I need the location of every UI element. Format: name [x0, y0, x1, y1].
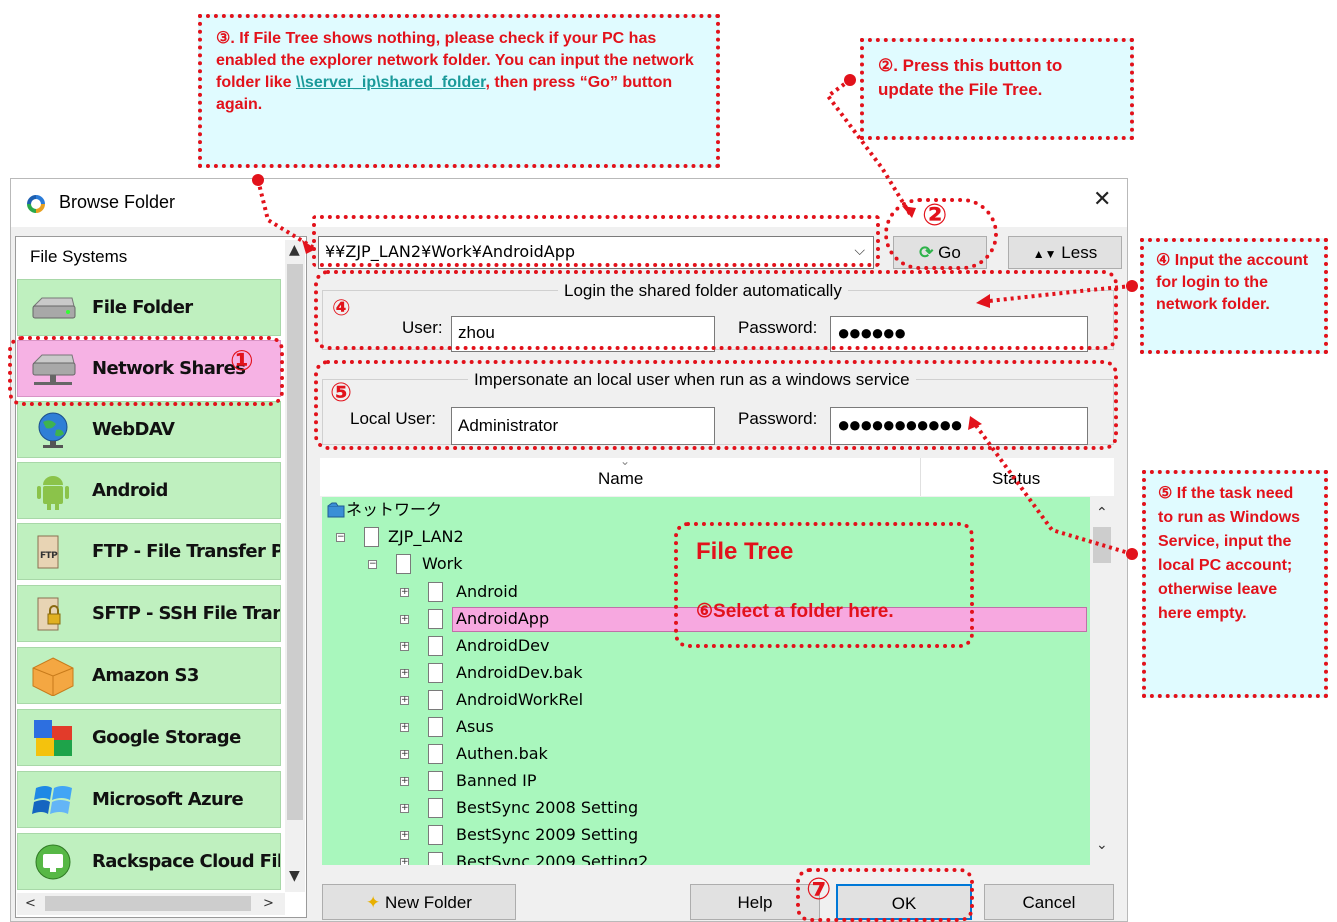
arrow-callout-2	[825, 78, 912, 216]
arrow-callout-5	[970, 418, 1133, 556]
arrow-callout-3	[256, 179, 316, 250]
arrow-callout-4	[979, 284, 1133, 304]
annotation-arrows	[252, 74, 1138, 560]
